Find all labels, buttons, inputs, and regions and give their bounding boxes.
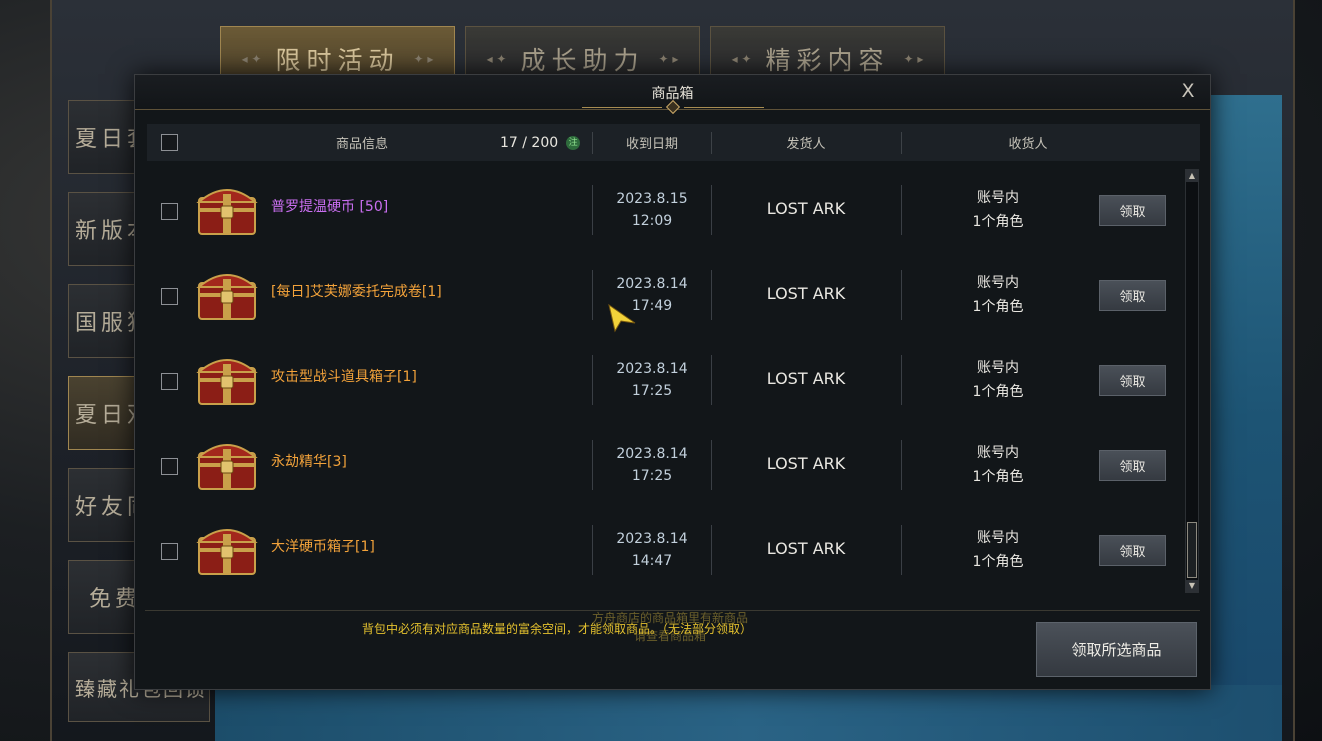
item-checkbox[interactable] (161, 543, 178, 560)
receiver-info: 账号内 1个角色 (903, 186, 1093, 234)
item-row: 攻击型战斗道具箱子[1] 2023.8.14 17:25 LOST ARK 账号内 1个角… (147, 339, 1187, 424)
treasure-chest-icon (196, 444, 258, 490)
receiver-line2: 1个角色 (972, 469, 1024, 485)
tab-arrow-left-icon: ◂ ✦ (731, 52, 752, 66)
close-button[interactable]: X (1178, 80, 1198, 102)
item-checkbox[interactable] (161, 288, 178, 305)
mouse-cursor-icon (608, 303, 636, 333)
table-header: 商品信息 17 / 200 注 收到日期 发货人 收货人 (147, 124, 1200, 161)
received-date-day: 2023.8.14 (616, 361, 688, 377)
column-header-sender: 发货人 (786, 137, 826, 152)
product-box-modal: 商品箱 X 商品信息 17 / 200 注 收到日期 发货人 收货人 普罗提温硬… (134, 74, 1211, 690)
receiver-line1: 账号内 (977, 530, 1019, 546)
item-list: 普罗提温硬币 [50] 2023.8.15 12:09 LOST ARK 账号内 1个角色… (147, 169, 1187, 671)
event-banner-bottom (215, 685, 1282, 741)
receiver-line2: 1个角色 (972, 554, 1024, 570)
item-name: 永劫精华[3] (271, 454, 347, 470)
item-checkbox[interactable] (161, 203, 178, 220)
header-ornament-icon (573, 99, 773, 115)
received-date: 2023.8.15 12:09 (592, 188, 712, 232)
modal-header: 商品箱 X (135, 75, 1210, 115)
item-checkbox[interactable] (161, 373, 178, 390)
item-row: 大洋硬币箱子[1] 2023.8.14 14:47 LOST ARK 账号内 1个角色 领取 (147, 509, 1187, 594)
item-count-value: 17 / 200 (500, 134, 559, 151)
receiver-info: 账号内 1个角色 (903, 441, 1093, 489)
received-date-time: 17:25 (631, 383, 673, 399)
receiver-line1: 账号内 (977, 275, 1019, 291)
item-row: 永劫精华[3] 2023.8.14 17:25 LOST ARK 账号内 1个角色 领取 (147, 424, 1187, 509)
tab-arrow-right-icon: ✦ ▸ (658, 52, 679, 66)
item-count: 17 / 200 注 (500, 124, 581, 161)
footer-message: 背包中必须有对应商品数量的富余空间，才能领取商品。（无法部分领取） (362, 622, 753, 636)
tab-arrow-right-icon: ✦ ▸ (413, 52, 434, 66)
column-header-info: 商品信息 (335, 137, 388, 152)
event-banner-right (1210, 95, 1282, 741)
tab-arrow-right-icon: ✦ ▸ (903, 52, 924, 66)
item-name: 攻击型战斗道具箱子[1] (271, 369, 417, 385)
claim-button[interactable]: 领取 (1099, 195, 1166, 226)
treasure-chest-icon (196, 189, 258, 235)
item-list-scrollbar[interactable]: ▲ ▼ (1185, 169, 1199, 593)
select-all-checkbox[interactable] (161, 134, 178, 151)
claim-button[interactable]: 领取 (1099, 280, 1166, 311)
note-icon[interactable]: 注 (566, 135, 581, 150)
sender-name: LOST ARK (766, 199, 846, 218)
item-name: 大洋硬币箱子[1] (271, 539, 375, 555)
treasure-chest-icon (196, 359, 258, 405)
received-date: 2023.8.14 14:47 (592, 528, 712, 572)
received-date: 2023.8.14 17:25 (592, 443, 712, 487)
column-header-receiver: 收货人 (1008, 137, 1048, 152)
item-checkbox[interactable] (161, 458, 178, 475)
claim-button[interactable]: 领取 (1099, 365, 1166, 396)
item-name: 普罗提温硬币 [50] (271, 199, 389, 215)
receiver-line2: 1个角色 (972, 384, 1024, 400)
scroll-thumb[interactable] (1187, 522, 1197, 578)
receiver-info: 账号内 1个角色 (903, 271, 1093, 319)
item-name: [每日]艾芙娜委托完成卷[1] (271, 284, 442, 300)
tab-label: 精彩内容 (765, 46, 890, 75)
receiver-info: 账号内 1个角色 (903, 356, 1093, 404)
item-row: [每日]艾芙娜委托完成卷[1] 2023.8.14 17:49 LOST ARK 账号内… (147, 254, 1187, 339)
tab-label: 成长助力 (520, 46, 645, 75)
received-date-time: 12:09 (631, 213, 673, 229)
tab-arrow-left-icon: ◂ ✦ (241, 52, 262, 66)
sender-name: LOST ARK (766, 369, 846, 388)
receiver-line1: 账号内 (977, 445, 1019, 461)
item-row: 普罗提温硬币 [50] 2023.8.15 12:09 LOST ARK 账号内 1个角色… (147, 169, 1187, 254)
received-date-day: 2023.8.14 (616, 276, 688, 292)
received-date-day: 2023.8.15 (616, 191, 688, 207)
column-header-date: 收到日期 (625, 137, 678, 152)
receiver-line2: 1个角色 (972, 299, 1024, 315)
received-date-day: 2023.8.14 (616, 531, 688, 547)
tab-label: 限时活动 (275, 46, 400, 75)
receiver-line1: 账号内 (977, 360, 1019, 376)
receiver-line2: 1个角色 (972, 214, 1024, 230)
claim-button[interactable]: 领取 (1099, 450, 1166, 481)
sender-name: LOST ARK (766, 454, 846, 473)
claim-button[interactable]: 领取 (1099, 535, 1166, 566)
claim-selected-button[interactable]: 领取所选商品 (1036, 622, 1197, 677)
sender-name: LOST ARK (766, 284, 846, 303)
received-date-time: 14:47 (631, 553, 673, 569)
received-date: 2023.8.14 17:25 (592, 358, 712, 402)
scroll-down-icon[interactable]: ▼ (1186, 580, 1198, 592)
receiver-line1: 账号内 (977, 190, 1019, 206)
game-screen: ◂ ✦ 限时活动 ✦ ▸ ◂ ✦ 成长助力 ✦ ▸ ◂ ✦ 精彩内容 ✦ ▸ 夏日套 新版本… (0, 0, 1322, 741)
sender-name: LOST ARK (766, 539, 846, 558)
treasure-chest-icon (196, 529, 258, 575)
treasure-chest-icon (196, 274, 258, 320)
tab-arrow-left-icon: ◂ ✦ (486, 52, 507, 66)
received-date-day: 2023.8.14 (616, 446, 688, 462)
scroll-up-icon[interactable]: ▲ (1186, 170, 1198, 182)
received-date-time: 17:25 (631, 468, 673, 484)
receiver-info: 账号内 1个角色 (903, 526, 1093, 574)
